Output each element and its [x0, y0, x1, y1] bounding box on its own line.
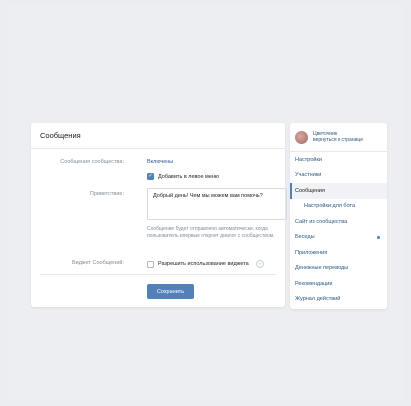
sidebar-item-label: Беседы [295, 234, 315, 241]
greeting-hint: Сообщение будет отправлено автоматически… [147, 226, 275, 239]
sidebar-item[interactable]: Денежные переводы [290, 261, 387, 277]
messages-settings-panel: Сообщения Сообщения сообщества: Включены… [31, 123, 287, 307]
widget-option-label: Разрешить использование виджета [158, 261, 249, 267]
add-left-menu-label: Добавить в левое меню [158, 173, 220, 180]
page-title: Сообщения [40, 131, 81, 140]
add-left-menu-option[interactable]: ✓ Добавить в левое меню [147, 173, 219, 180]
sidebar-item[interactable]: Настройки для бота [290, 199, 387, 215]
sidebar-item[interactable]: Журнал действий [290, 292, 387, 308]
sidebar-item-label: Настройки для бота [304, 203, 356, 210]
greeting-textarea[interactable]: Добрый день! Чем мы можем вам помочь? [147, 188, 287, 220]
community-messages-toggle-link[interactable]: Включены [147, 159, 173, 165]
sidebar-item-label: Участники [295, 172, 322, 179]
community-messages-label: Сообщения сообщества: [60, 159, 124, 165]
divider [40, 274, 276, 275]
community-header[interactable]: Цветочник вернуться к странице [290, 123, 387, 152]
sidebar-item-label: Приложения [295, 249, 328, 256]
checkmark-icon: ✓ [148, 172, 153, 179]
sidebar-item[interactable]: Участники [290, 168, 387, 184]
help-icon[interactable]: ? [255, 260, 264, 268]
widget-checkbox[interactable] [147, 260, 154, 268]
widget-option[interactable]: Разрешить использование виджета ? [147, 260, 264, 268]
sidebar-item[interactable]: Сайт из сообщества [290, 214, 387, 230]
greeting-text: Добрый день! Чем мы можем вам помочь? [153, 193, 263, 199]
sidebar-item[interactable]: Беседы [290, 230, 387, 246]
notification-dot-icon [377, 235, 380, 239]
sidebar-item[interactable]: Настройки [290, 152, 387, 168]
sidebar-item[interactable]: Рекомендации [290, 276, 387, 292]
greeting-label: Приветствие: [89, 191, 124, 197]
sidebar-item-label: Денежные переводы [295, 265, 349, 272]
add-left-menu-checkbox[interactable]: ✓ [147, 173, 154, 180]
widget-label: Виджет Сообщений: [71, 260, 124, 266]
settings-sidebar: Цветочник вернуться к странице Настройки… [290, 123, 387, 309]
page-background: Сообщения Сообщения сообщества: Включены… [6, 5, 404, 401]
sidebar-item[interactable]: Приложения [290, 245, 387, 261]
sidebar-item[interactable]: Сообщения [290, 183, 387, 199]
panel-header: Сообщения [31, 123, 285, 149]
sidebar-item-label: Сайт из сообщества [295, 218, 348, 225]
community-avatar [295, 130, 308, 144]
sidebar-menu: Настройки Участники Сообщения Настройки для… [290, 152, 387, 307]
sidebar-item-label: Настройки [295, 156, 322, 163]
sidebar-item-label: Рекомендации [295, 280, 333, 287]
sidebar-item-label: Сообщения [295, 187, 325, 194]
back-to-page-link[interactable]: вернуться к странице [313, 137, 363, 144]
save-button[interactable]: Сохранить [147, 284, 194, 299]
sidebar-item-label: Журнал действий [295, 296, 341, 303]
